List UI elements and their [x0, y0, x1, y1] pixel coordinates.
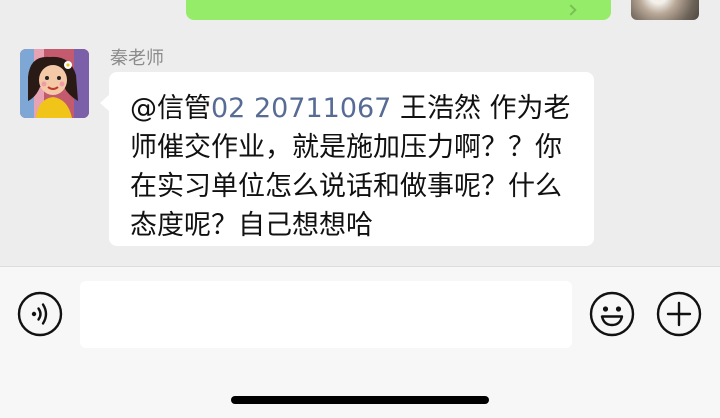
phone-link[interactable]: 02 20711067 — [211, 93, 391, 124]
mention-text[interactable]: @信管 — [130, 93, 211, 124]
own-message-bubble[interactable] — [186, 0, 611, 20]
cartoon-girl-avatar-icon — [20, 49, 89, 118]
check-icon — [565, 4, 577, 16]
voice-input-icon — [17, 291, 63, 337]
home-indicator[interactable] — [231, 396, 489, 404]
more-options-button[interactable] — [656, 291, 702, 337]
voice-input-button[interactable] — [17, 291, 63, 337]
own-avatar[interactable] — [631, 0, 699, 20]
chat-area: 秦老师 @信管02 20711067 王浩然 作为老师催交作业，就是施加压力啊？… — [0, 0, 720, 266]
emoji-button[interactable] — [589, 291, 635, 337]
emoji-icon — [589, 291, 635, 337]
message-bubble[interactable]: @信管02 20711067 王浩然 作为老师催交作业，就是施加压力啊？？你在实… — [100, 72, 594, 246]
sender-name: 秦老师 — [110, 48, 164, 69]
message-input[interactable] — [80, 281, 572, 348]
sender-avatar[interactable] — [20, 49, 89, 118]
plus-icon — [656, 291, 702, 337]
